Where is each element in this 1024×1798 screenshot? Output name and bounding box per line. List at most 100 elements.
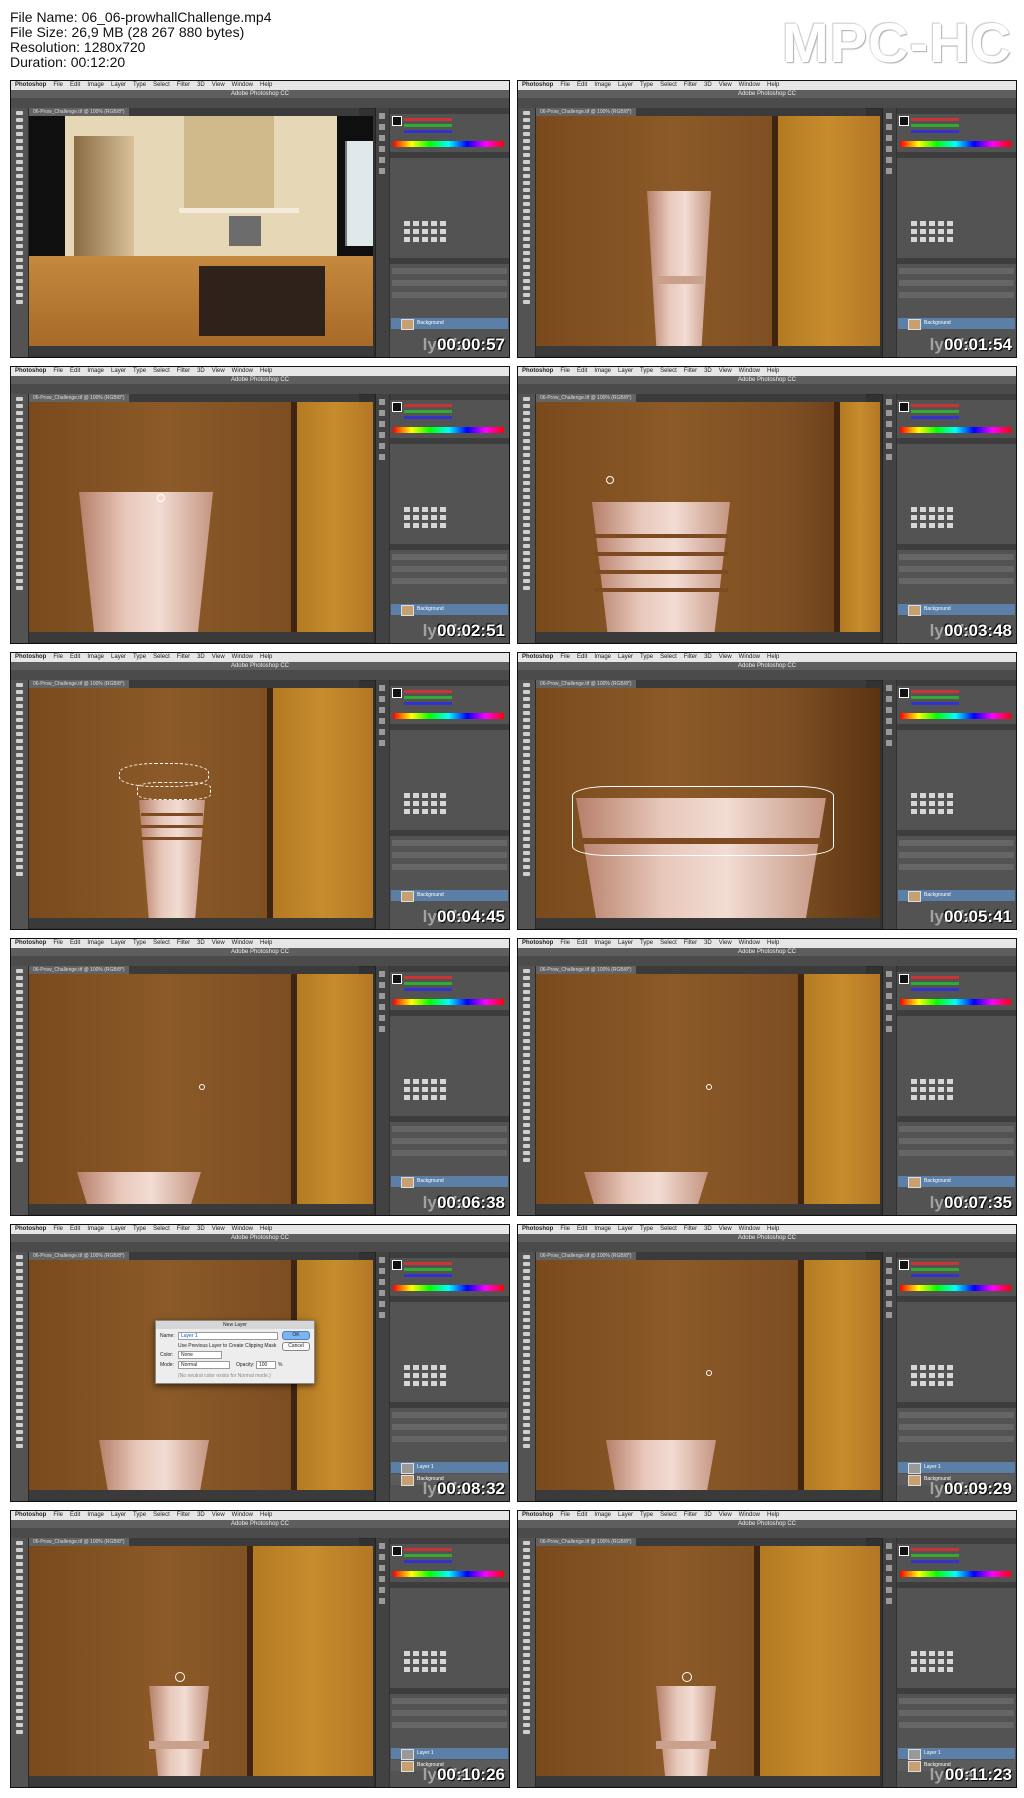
tool-icon[interactable]	[16, 1716, 23, 1720]
adjustment-icon[interactable]	[920, 1079, 926, 1084]
menu-item[interactable]: View	[719, 653, 732, 662]
tool-icon[interactable]	[523, 1074, 530, 1078]
menu-item[interactable]: Photoshop	[522, 367, 553, 376]
menu-item[interactable]: Image	[87, 1511, 104, 1520]
lock-row[interactable]	[899, 1436, 1014, 1442]
adjustment-icon[interactable]	[431, 793, 437, 798]
green-slider[interactable]	[911, 1268, 959, 1271]
tool-icon[interactable]	[523, 760, 530, 764]
adjustment-icon[interactable]	[422, 1373, 428, 1378]
layer-filter[interactable]	[899, 1698, 1014, 1704]
ok-button[interactable]: OK	[282, 1331, 310, 1340]
tool-icon[interactable]	[523, 272, 530, 276]
color-panel-tab[interactable]	[390, 1252, 509, 1258]
adjustment-icon[interactable]	[911, 1667, 917, 1672]
adjustments-panel-tab[interactable]	[390, 1296, 509, 1302]
tool-icon[interactable]	[523, 697, 530, 701]
adjustment-icon[interactable]	[911, 523, 917, 528]
tool-icon[interactable]	[523, 1332, 530, 1336]
adjustment-icon[interactable]	[938, 1381, 944, 1386]
tool-icon[interactable]	[523, 1716, 530, 1720]
menu-item[interactable]: View	[212, 1511, 225, 1520]
menu-item[interactable]: Image	[87, 81, 104, 90]
menu-item[interactable]: 3D	[197, 367, 205, 376]
tool-icon[interactable]	[523, 1625, 530, 1629]
menu-item[interactable]: Layer	[618, 1511, 633, 1520]
panel-dock-icon[interactable]	[379, 399, 385, 405]
tool-icon[interactable]	[523, 523, 530, 527]
tool-icon[interactable]	[16, 1004, 23, 1008]
layer-row[interactable]: Background	[898, 1176, 1015, 1188]
adjustment-icon[interactable]	[404, 1381, 410, 1386]
panel-dock-icon[interactable]	[886, 1290, 892, 1296]
tool-icon[interactable]	[16, 1681, 23, 1685]
adjustment-icon[interactable]	[920, 1373, 926, 1378]
menu-item[interactable]: Window	[232, 367, 253, 376]
layer-row[interactable]: Background	[898, 604, 1015, 616]
tool-icon[interactable]	[523, 1688, 530, 1692]
tool-icon[interactable]	[16, 425, 23, 429]
tool-icon[interactable]	[523, 1681, 530, 1685]
tool-icon[interactable]	[16, 983, 23, 987]
document-tab[interactable]: 06-Prow_Challenge.tif @ 100% (RGB/8*)	[536, 680, 636, 688]
tool-icon[interactable]	[16, 1262, 23, 1266]
menu-item[interactable]: File	[560, 1225, 570, 1234]
adjustment-icon[interactable]	[929, 1667, 935, 1672]
tool-icon[interactable]	[523, 125, 530, 129]
adjustment-icon[interactable]	[422, 1365, 428, 1370]
adjustment-icon[interactable]	[938, 1079, 944, 1084]
menu-item[interactable]: Type	[133, 1511, 146, 1520]
adjustment-icon[interactable]	[440, 793, 446, 798]
foreground-swatch[interactable]	[899, 688, 909, 698]
tool-icon[interactable]	[523, 216, 530, 220]
tool-icon[interactable]	[523, 1032, 530, 1036]
layers-panel-tab[interactable]	[390, 1402, 509, 1408]
tool-icon[interactable]	[16, 446, 23, 450]
menu-item[interactable]: Edit	[577, 367, 587, 376]
menu-item[interactable]: 3D	[704, 81, 712, 90]
adjustment-icon[interactable]	[440, 237, 446, 242]
menu-item[interactable]: Help	[767, 1225, 779, 1234]
adjustment-icon[interactable]	[404, 523, 410, 528]
tool-icon[interactable]	[523, 1590, 530, 1594]
tool-icon[interactable]	[16, 1730, 23, 1734]
tool-icon[interactable]	[16, 195, 23, 199]
foreground-swatch[interactable]	[899, 116, 909, 126]
panel-dock-icon[interactable]	[886, 124, 892, 130]
tool-icon[interactable]	[16, 502, 23, 506]
panel-dock-icon[interactable]	[886, 696, 892, 702]
tool-icon[interactable]	[16, 1116, 23, 1120]
tool-icon[interactable]	[16, 1632, 23, 1636]
panel-dock-icon[interactable]	[886, 993, 892, 999]
tool-icon[interactable]	[523, 1416, 530, 1420]
adjustment-icon[interactable]	[422, 1659, 428, 1664]
adjustment-icon[interactable]	[938, 1667, 944, 1672]
menu-item[interactable]: Help	[260, 653, 272, 662]
tool-icon[interactable]	[16, 1346, 23, 1350]
adjustment-icon[interactable]	[947, 1079, 953, 1084]
tool-icon[interactable]	[16, 1283, 23, 1287]
red-slider[interactable]	[911, 690, 959, 693]
adjustment-icon[interactable]	[929, 507, 935, 512]
menu-item[interactable]: Help	[767, 367, 779, 376]
tool-icon[interactable]	[16, 1597, 23, 1601]
adjustment-icon[interactable]	[938, 507, 944, 512]
adjustment-icon[interactable]	[947, 1381, 953, 1386]
menu-item[interactable]: Filter	[684, 367, 697, 376]
adjustment-icon[interactable]	[404, 1095, 410, 1100]
panel-dock-icon[interactable]	[379, 1290, 385, 1296]
menu-item[interactable]: Help	[260, 1225, 272, 1234]
tool-icon[interactable]	[523, 1639, 530, 1643]
tool-icon[interactable]	[523, 153, 530, 157]
foreground-swatch[interactable]	[899, 402, 909, 412]
panel-dock-icon[interactable]	[886, 740, 892, 746]
opacity-input[interactable]: 100	[256, 1361, 276, 1369]
tool-icon[interactable]	[523, 983, 530, 987]
tool-icon[interactable]	[16, 823, 23, 827]
adjustment-icon[interactable]	[911, 801, 917, 806]
adjustment-icon[interactable]	[947, 1095, 953, 1100]
adjustments-panel-tab[interactable]	[897, 152, 1016, 158]
adjustment-icon[interactable]	[413, 229, 419, 234]
menu-item[interactable]: File	[53, 1511, 63, 1520]
layer-row[interactable]: Background	[898, 318, 1015, 330]
